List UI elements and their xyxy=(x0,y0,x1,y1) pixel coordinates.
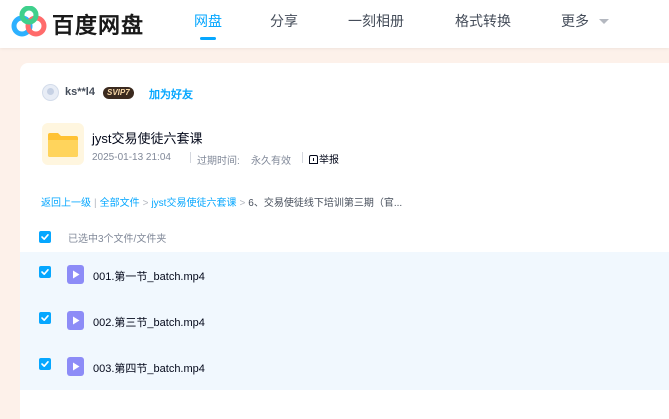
baidu-netdisk-logo-icon[interactable] xyxy=(11,6,47,38)
nav-item-more[interactable]: 更多 xyxy=(561,11,589,31)
nav-active-indicator xyxy=(200,37,216,40)
breadcrumb: 返回上一级 | 全部文件 > jyst交易使徒六套课 >6、交易使徒线下培训第三期（官..… xyxy=(41,194,402,209)
file-checkbox[interactable] xyxy=(39,312,51,324)
selection-summary: 已选中3个文件/文件夹 xyxy=(68,234,167,245)
breadcrumb-separator: > xyxy=(239,198,246,209)
video-file-icon xyxy=(67,311,84,330)
breadcrumb-separator: | xyxy=(94,198,97,209)
chevron-down-icon[interactable] xyxy=(599,19,609,24)
checkmark-icon xyxy=(41,361,49,367)
nav-item-format-convert[interactable]: 格式转换 xyxy=(455,11,511,31)
file-name[interactable]: 001.第一节_batch.mp4 xyxy=(93,268,205,284)
expiry-value: 永久有效 xyxy=(251,156,291,167)
breadcrumb-current-folder: 6、交易使徒线下培训第三期（官... xyxy=(248,198,403,209)
add-friend-link[interactable]: 加为好友 xyxy=(149,86,193,102)
expiry-label: 过期时间: xyxy=(197,156,240,167)
folder-icon xyxy=(42,123,84,165)
file-checkbox[interactable] xyxy=(39,358,51,370)
checkmark-icon xyxy=(41,315,49,321)
file-row[interactable]: 002.第三节_batch.mp4 xyxy=(20,298,669,344)
file-row[interactable]: 003.第四节_batch.mp4 xyxy=(20,344,669,390)
brand-name[interactable]: 百度网盘 xyxy=(52,8,144,40)
share-date: 2025-01-13 21:04 xyxy=(92,152,171,163)
avatar[interactable] xyxy=(42,84,59,101)
nav-item-share[interactable]: 分享 xyxy=(270,11,298,31)
meta-divider xyxy=(302,152,303,163)
sharer-username[interactable]: ks**l4 xyxy=(65,86,95,98)
select-all-checkbox[interactable] xyxy=(39,231,51,243)
video-file-icon xyxy=(67,357,84,376)
share-content-card: ks**l4 SVIP7 加为好友 jyst交易使徒六套课 2025-01-13… xyxy=(20,63,669,419)
file-name[interactable]: 003.第四节_batch.mp4 xyxy=(93,360,205,376)
vip-badge: SVIP7 xyxy=(103,87,134,99)
checkmark-icon xyxy=(41,234,49,240)
file-checkbox[interactable] xyxy=(39,266,51,278)
breadcrumb-separator: > xyxy=(142,198,149,209)
file-name[interactable]: 002.第三节_batch.mp4 xyxy=(93,314,205,330)
video-file-icon xyxy=(67,265,84,284)
checkmark-icon xyxy=(41,269,49,275)
report-button[interactable]: 举报 xyxy=(309,151,339,166)
nav-item-netdisk[interactable]: 网盘 xyxy=(194,11,222,31)
share-title: jyst交易使徒六套课 xyxy=(92,131,203,146)
report-label: 举报 xyxy=(319,155,339,166)
top-navigation-bar: 百度网盘 网盘 分享 一刻相册 格式转换 更多 xyxy=(0,0,669,48)
report-icon xyxy=(309,155,318,164)
breadcrumb-share-root-link[interactable]: jyst交易使徒六套课 xyxy=(151,198,236,209)
breadcrumb-back-link[interactable]: 返回上一级 xyxy=(41,198,91,209)
breadcrumb-all-files-link[interactable]: 全部文件 xyxy=(100,198,140,209)
meta-divider xyxy=(190,152,191,163)
nav-item-moment-album[interactable]: 一刻相册 xyxy=(348,11,404,31)
file-row[interactable]: 001.第一节_batch.mp4 xyxy=(20,252,669,298)
